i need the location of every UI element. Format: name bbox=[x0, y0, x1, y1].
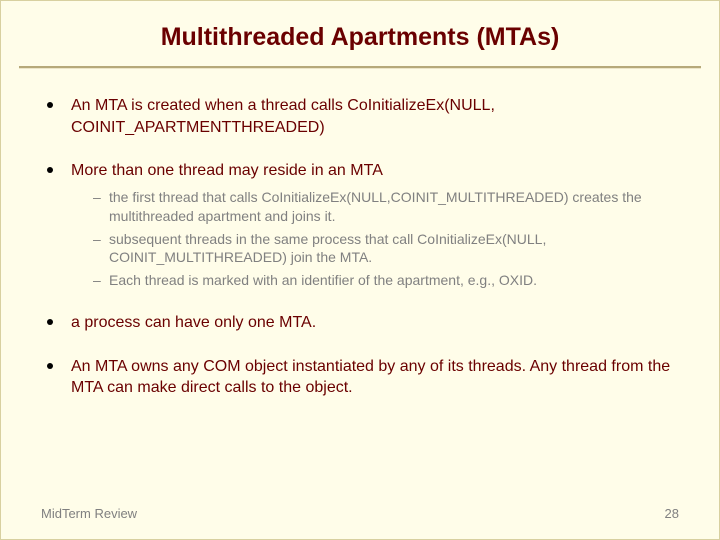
bullet-text: More than one thread may reside in an MT… bbox=[71, 162, 383, 179]
sub-bullet-text: Each thread is marked with an identifier… bbox=[109, 272, 537, 288]
bullet-item: An MTA owns any COM object instantiated … bbox=[41, 356, 679, 399]
title-rule bbox=[19, 66, 701, 69]
slide-title: Multithreaded Apartments (MTAs) bbox=[41, 23, 679, 52]
bullet-text: a process can have only one MTA. bbox=[71, 314, 316, 331]
sub-bullet-item: the first thread that calls CoInitialize… bbox=[93, 188, 679, 226]
bullet-list: An MTA is created when a thread calls Co… bbox=[41, 95, 679, 399]
sub-bullet-text: the first thread that calls CoInitialize… bbox=[109, 189, 642, 224]
bullet-text: An MTA owns any COM object instantiated … bbox=[71, 358, 670, 397]
bullet-item: More than one thread may reside in an MT… bbox=[41, 160, 679, 290]
sub-bullet-list: the first thread that calls CoInitialize… bbox=[71, 188, 679, 290]
bullet-item: a process can have only one MTA. bbox=[41, 312, 679, 334]
sub-bullet-item: subsequent threads in the same process t… bbox=[93, 230, 679, 268]
slide: Multithreaded Apartments (MTAs) An MTA i… bbox=[0, 0, 720, 540]
sub-bullet-text: subsequent threads in the same process t… bbox=[109, 231, 546, 266]
page-number: 28 bbox=[665, 506, 679, 521]
bullet-text: An MTA is created when a thread calls Co… bbox=[71, 97, 495, 136]
footer-left: MidTerm Review bbox=[41, 506, 137, 521]
bullet-item: An MTA is created when a thread calls Co… bbox=[41, 95, 679, 138]
sub-bullet-item: Each thread is marked with an identifier… bbox=[93, 271, 679, 290]
